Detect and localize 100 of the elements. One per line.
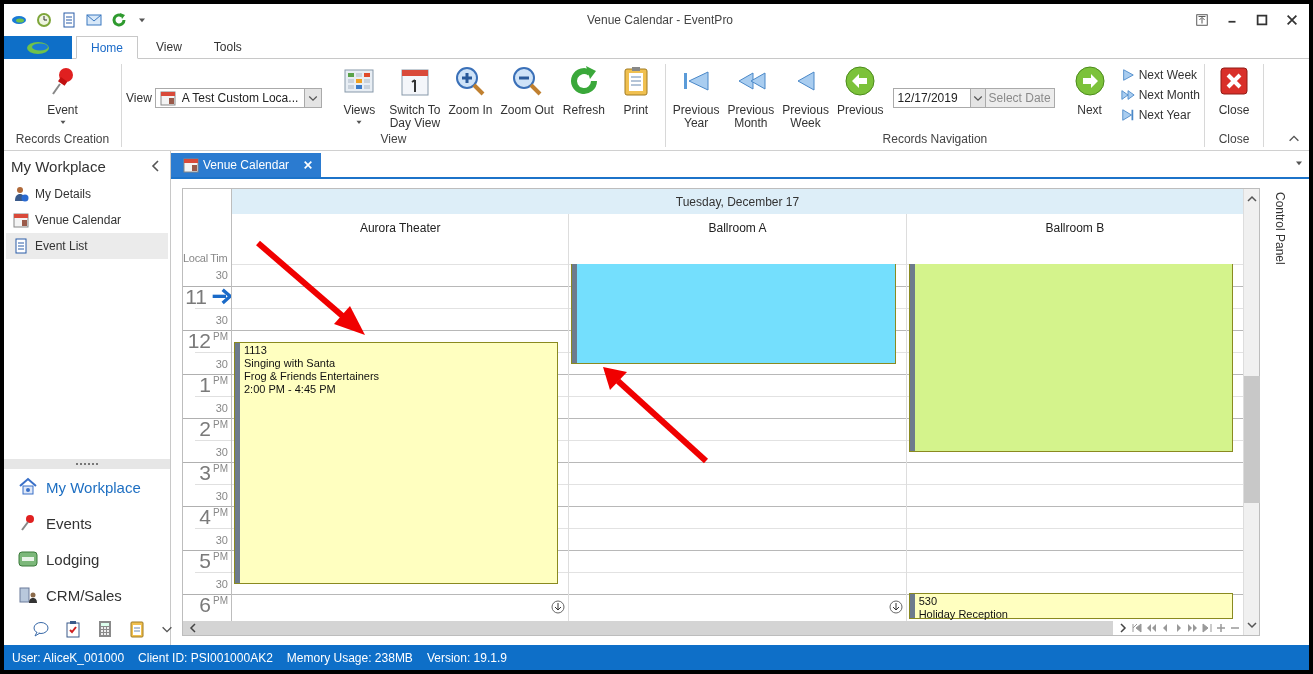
scroll-right-icon[interactable] <box>1117 622 1129 634</box>
status-text: Client ID: PSI001000AK2 <box>138 650 273 665</box>
ribbon-tab[interactable]: Tools <box>199 36 256 58</box>
time-zone-label: Local Tim <box>183 251 229 264</box>
minute-label: 30 <box>215 577 228 590</box>
event-text: Frog & Friends Entertainers <box>244 370 380 384</box>
meridiem-label: PM <box>213 507 228 519</box>
ribbon-button[interactable]: Next <box>1064 64 1115 118</box>
application-menu-button[interactable] <box>4 36 72 59</box>
double-right-icon <box>1120 88 1135 102</box>
hour-label: 5 <box>199 551 211 571</box>
last-icon <box>1120 108 1135 122</box>
last-icon[interactable] <box>1201 622 1213 634</box>
event-block[interactable] <box>908 264 1233 453</box>
ribbon-tab[interactable]: Home <box>76 36 138 59</box>
next-page-icon[interactable] <box>1187 622 1199 634</box>
person-icon <box>13 186 29 202</box>
event-block[interactable]: 1113 Singing with Santa Frog & Friends Entertainers 2:00 PM - 4:45 PM <box>234 342 559 585</box>
minute-label: 30 <box>215 489 228 502</box>
ribbon-button[interactable]: Next Year <box>1120 108 1200 122</box>
hour-label: 6 <box>199 595 211 615</box>
calendar-icon <box>159 90 176 106</box>
hour-label: 12 <box>187 331 211 351</box>
ribbon-button[interactable]: Next Week <box>1120 68 1200 82</box>
event-text: 530 <box>918 594 938 608</box>
ribbon-button[interactable]: Previous Year <box>669 64 723 131</box>
house-icon <box>18 477 38 497</box>
side-panel-tab[interactable]: Control Panel <box>1273 192 1287 265</box>
minute-label: 30 <box>215 401 228 414</box>
ribbon-button[interactable]: Print <box>610 64 661 118</box>
status-text: Memory Usage: 238MB <box>286 650 413 665</box>
meridiem-label: PM <box>213 419 228 431</box>
event-text: Singing with Santa <box>244 357 337 371</box>
ribbon-button[interactable]: Zoom In <box>445 64 496 118</box>
scroll-left-icon[interactable] <box>187 622 199 634</box>
calculator-icon[interactable] <box>96 620 114 638</box>
calendar-icon <box>183 157 199 173</box>
column-header: Ballroom A <box>707 219 768 237</box>
navigation-item[interactable]: My Workplace <box>4 469 170 505</box>
window-title: Venue Calendar - EventPro <box>585 13 735 27</box>
scroll-down-icon[interactable] <box>1245 619 1258 631</box>
status-text: User: AliceK_001000 <box>12 650 125 665</box>
minute-label: 30 <box>215 313 228 326</box>
hour-label: 3 <box>199 463 211 483</box>
field-label: View <box>126 91 152 105</box>
close-icon <box>1218 65 1250 97</box>
ribbon-button[interactable]: Previous Month <box>724 64 778 131</box>
vertical-scrollbar[interactable] <box>1243 189 1259 635</box>
event-block[interactable] <box>571 264 896 365</box>
horizontal-scrollbar[interactable] <box>183 621 1243 635</box>
sidebar-item[interactable]: Event List <box>6 233 168 259</box>
hour-label: 2 <box>199 419 211 439</box>
minute-label: 30 <box>215 533 228 546</box>
document-tab[interactable]: Venue Calendar <box>171 153 322 177</box>
ribbon-button[interactable]: Zoom Out <box>497 64 557 118</box>
event-text: 2:00 PM - 4:45 PM <box>244 383 337 397</box>
meridiem-label: PM <box>213 375 228 387</box>
maximize-icon[interactable] <box>1255 13 1269 27</box>
view-dropdown[interactable]: A Test Custom Loca... <box>154 88 323 108</box>
navigation-item[interactable]: Events <box>4 505 170 541</box>
document-icon[interactable] <box>61 12 77 28</box>
refresh-icon[interactable] <box>111 12 127 28</box>
meridiem-label: PM <box>213 595 228 607</box>
ribbon-button[interactable]: Views <box>334 64 385 128</box>
group-title: Records Creation <box>14 132 111 147</box>
hour-label: 4 <box>199 507 211 527</box>
hour-label: 11 <box>185 287 207 307</box>
event-block[interactable]: 530 Holiday Reception <box>908 592 1233 620</box>
ribbon-button[interactable]: Previous <box>833 64 887 118</box>
minute-label: 30 <box>215 357 228 370</box>
checklist-icon[interactable] <box>64 620 82 638</box>
more-below-icon[interactable] <box>888 600 903 614</box>
ribbon-button[interactable]: Refresh <box>558 64 609 118</box>
meridiem-label: PM <box>213 463 228 475</box>
chat-icon[interactable] <box>32 620 50 638</box>
sidebar-item[interactable]: Venue Calendar <box>6 207 168 233</box>
mail-icon[interactable] <box>86 12 102 28</box>
clock-icon[interactable] <box>36 12 52 28</box>
ribbon-button[interactable]: Next Month <box>1120 88 1200 102</box>
more-below-icon[interactable] <box>551 600 566 614</box>
status-text: Version: 19.1.9 <box>426 650 507 665</box>
minute-label: 30 <box>215 445 228 458</box>
ribbon-button[interactable]: Previous Week <box>779 64 832 131</box>
bed-icon <box>18 549 38 569</box>
navigation-item[interactable]: CRM/Sales <box>4 577 170 613</box>
building-person-icon <box>18 585 38 605</box>
ribbon-tab[interactable]: View <box>142 36 196 58</box>
document-icon <box>13 238 29 254</box>
ribbon-button[interactable]: Close <box>1209 64 1259 118</box>
grip-icon <box>76 462 98 466</box>
previous-page-icon[interactable] <box>1145 622 1157 634</box>
clipboard-icon[interactable] <box>128 620 146 638</box>
navigation-item[interactable]: Lodging <box>4 541 170 577</box>
zoom-in-icon <box>454 65 487 97</box>
add-icon[interactable] <box>1215 622 1227 634</box>
close-icon[interactable] <box>1285 13 1299 27</box>
ribbon-button[interactable]: Switch To Day View <box>386 64 444 131</box>
restore-icon[interactable] <box>1195 13 1209 27</box>
sidebar-item[interactable]: My Details <box>6 181 168 207</box>
ribbon-button[interactable]: Event <box>37 64 88 128</box>
